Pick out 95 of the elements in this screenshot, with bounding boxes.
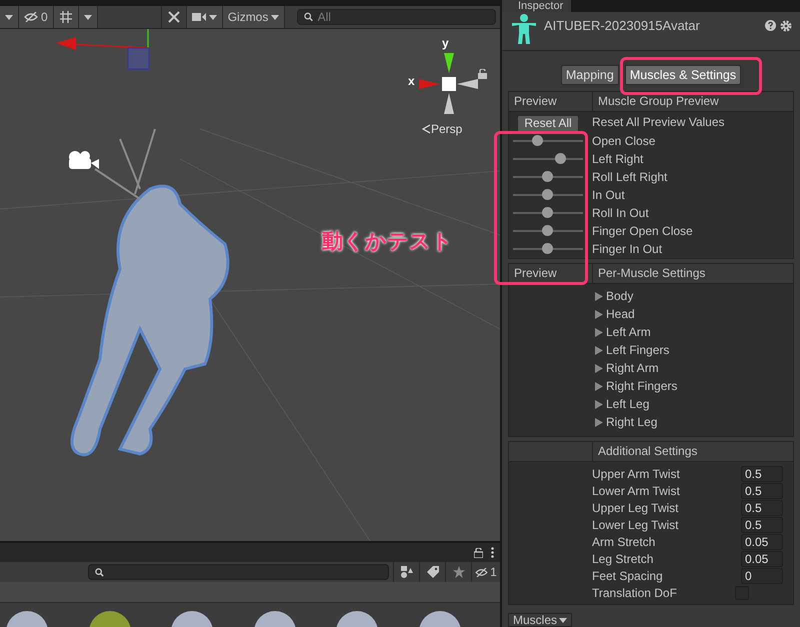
slider[interactable] <box>513 243 583 255</box>
caret-icon <box>271 14 280 20</box>
foldout-item[interactable]: Right Arm <box>592 359 793 377</box>
tab[interactable]: Mapping <box>560 65 619 85</box>
field-label: Upper Arm Twist <box>592 466 681 480</box>
number-field[interactable]: 0.5 <box>741 500 783 516</box>
number-field[interactable]: 0.5 <box>741 466 783 482</box>
field-label: Arm Stretch <box>592 534 656 548</box>
field-label: Lower Arm Twist <box>592 484 681 498</box>
field-label: Lower Leg Twist <box>592 518 680 532</box>
chevron-left-icon <box>422 124 430 134</box>
column-header: Per-Muscle Settings <box>597 265 706 282</box>
shapes-icon <box>400 566 412 578</box>
foldout-item[interactable]: Body <box>592 287 793 305</box>
gizmos-dropdown[interactable]: Gizmos <box>222 6 286 28</box>
number-field[interactable]: 0.5 <box>741 516 783 532</box>
slider-label: In Out <box>591 188 625 202</box>
field-label: Feet Spacing <box>592 568 664 582</box>
number-field[interactable]: 0.05 <box>741 550 783 566</box>
slider-label: Roll In Out <box>591 206 649 220</box>
slider-thumb[interactable] <box>542 171 553 182</box>
slider[interactable] <box>513 135 583 147</box>
hidden-objects-toggle[interactable]: 0 <box>19 6 54 28</box>
slider-thumb[interactable] <box>542 225 553 236</box>
search-input[interactable]: All <box>318 10 489 24</box>
foldout-item[interactable]: Left Arm <box>592 323 793 341</box>
slider-thumb[interactable] <box>542 243 553 254</box>
slider[interactable] <box>513 207 583 219</box>
tab[interactable]: Muscles & Settings <box>624 65 742 85</box>
slider-thumb[interactable] <box>554 153 566 164</box>
slider-thumb[interactable] <box>542 189 553 200</box>
row-label: Reset All Preview Values <box>591 115 725 129</box>
more-icon[interactable] <box>491 547 494 558</box>
axis-label: x <box>408 74 415 88</box>
caret-icon <box>84 14 92 20</box>
field-label: Leg Stretch <box>592 552 654 566</box>
number-field[interactable]: 0 <box>741 568 783 584</box>
field-label: Translation DoF <box>592 586 678 600</box>
grid-icon <box>58 10 73 24</box>
scene-viewport[interactable]: y x Persp 動くかテスト <box>0 29 500 541</box>
tools-icon <box>166 10 181 24</box>
axis-label: y <box>442 36 449 50</box>
foldout-item[interactable]: Head <box>592 305 793 323</box>
slider-label: Roll Left Right <box>591 170 668 184</box>
slider-label: Finger In Out <box>591 242 662 256</box>
camera-dropdown[interactable] <box>186 6 223 28</box>
tools-button[interactable] <box>162 6 187 28</box>
slider-label: Finger Open Close <box>591 224 693 238</box>
humanoid-avatar-icon <box>512 14 536 44</box>
grid-dropdown[interactable] <box>78 6 98 28</box>
muscles-dropdown[interactable]: Muscles <box>508 613 572 627</box>
unlock-icon <box>474 548 483 558</box>
field-label: Upper Leg Twist <box>592 500 680 514</box>
search-field[interactable]: All <box>297 9 496 25</box>
inspector-tab[interactable]: Inspector <box>502 0 572 12</box>
help-icon[interactable] <box>765 20 776 31</box>
annotation-text: 動くかテスト <box>322 228 453 255</box>
grid-toggle[interactable] <box>54 6 79 28</box>
number-field[interactable]: 0.05 <box>741 534 783 550</box>
slider-thumb[interactable] <box>532 135 542 146</box>
slider[interactable] <box>513 189 583 201</box>
asset-name: AITUBER-20230915Avatar <box>544 17 701 35</box>
column-header: Preview <box>509 92 593 111</box>
search-icon <box>95 568 104 576</box>
camera-gizmo-icon <box>66 149 100 171</box>
foldout-item[interactable]: Left Fingers <box>592 341 793 359</box>
column-header: Additional Settings <box>597 443 698 460</box>
tag-icon <box>426 566 438 578</box>
caret-icon <box>559 618 568 622</box>
number-field[interactable]: 0.5 <box>741 482 783 498</box>
search-icon <box>304 12 314 22</box>
slider[interactable] <box>513 171 583 183</box>
caret-icon <box>208 14 217 20</box>
search-field[interactable] <box>88 564 389 580</box>
foldout-item[interactable]: Right Leg <box>592 413 793 431</box>
slider[interactable] <box>513 225 583 237</box>
eye-slash-icon <box>475 568 488 576</box>
star-icon <box>452 566 464 578</box>
foldout-item[interactable]: Left Leg <box>592 395 793 413</box>
settings-icon[interactable] <box>780 20 792 32</box>
slider-thumb[interactable] <box>542 207 553 218</box>
slider[interactable] <box>513 153 583 165</box>
slider-label: Left Right <box>591 152 644 166</box>
reset-all-button[interactable]: Reset All <box>517 114 579 132</box>
camera-icon <box>192 12 206 22</box>
column-header: Muscle Group Preview <box>597 93 719 110</box>
slider-label: Open Close <box>591 134 656 148</box>
dropdown-button[interactable] <box>0 6 19 28</box>
caret-icon <box>5 14 13 20</box>
eye-slash-icon <box>24 12 38 22</box>
lock-icon <box>478 69 487 79</box>
column-header: Preview <box>509 264 593 283</box>
projection-toggle[interactable]: Persp <box>422 122 462 136</box>
orientation-gizmo-drawing <box>419 53 478 114</box>
foldout-item[interactable]: Right Fingers <box>592 377 793 395</box>
